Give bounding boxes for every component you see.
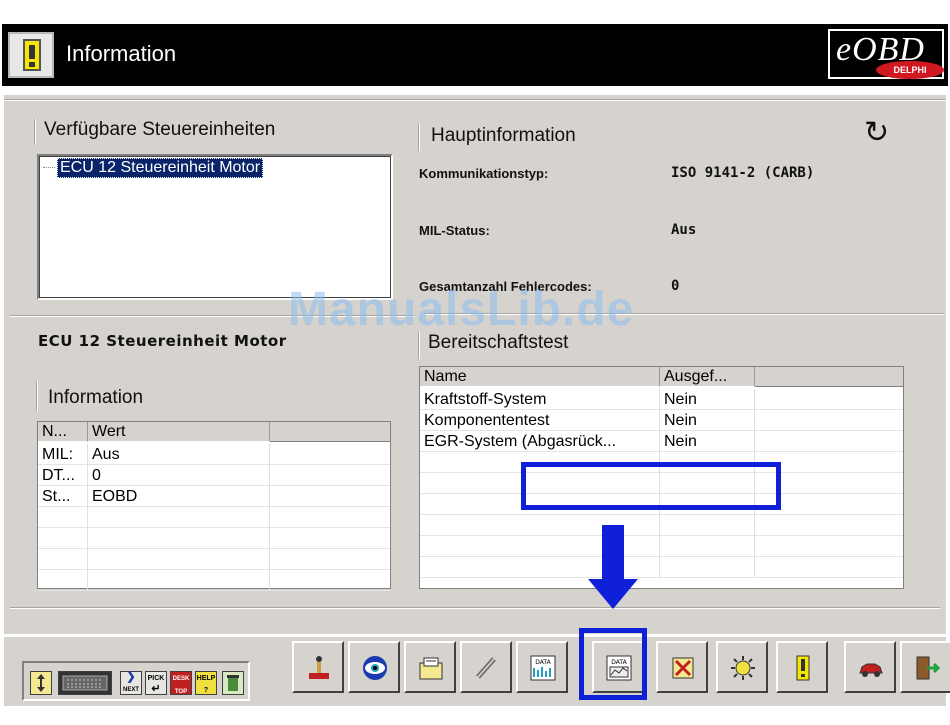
sensor-button[interactable]	[460, 641, 512, 693]
column-header-name[interactable]: N...	[38, 422, 88, 442]
move-icon[interactable]	[30, 671, 52, 695]
vehicle-button[interactable]	[844, 641, 896, 693]
table-row	[38, 570, 390, 591]
table-row[interactable]: DT... 0	[38, 465, 390, 486]
divider	[36, 381, 38, 411]
table-row	[38, 528, 390, 549]
app-window: Information eOBD DELPHI Verfügbare Steue…	[0, 0, 950, 725]
keyboard-icon[interactable]	[58, 671, 112, 695]
main-panel: Verfügbare Steuereinheiten ECU 12 Steuer…	[4, 94, 946, 634]
mini-toolbar: ❯ NEXT PICK ↵ DESK TOP HELP ?	[22, 661, 250, 701]
clear-codes-button[interactable]	[656, 641, 708, 693]
warning-icon	[796, 655, 810, 681]
watermark: ManualsLib.de	[288, 283, 635, 336]
folder-icon	[419, 657, 443, 680]
sun-icon	[731, 656, 755, 680]
help-button[interactable]: HELP ?	[195, 671, 217, 695]
delphi-badge: DELPHI	[876, 61, 944, 79]
warning-button[interactable]	[776, 641, 828, 693]
table-cell: DT...	[38, 465, 88, 486]
data-live-icon: DATA	[530, 655, 556, 681]
table-row	[420, 557, 903, 578]
table-row	[420, 536, 903, 557]
fault-count-value: 0	[671, 278, 680, 294]
column-header-done[interactable]: Ausgef...	[660, 367, 755, 387]
comm-type-value: ISO 9141-2 (CARB)	[671, 165, 815, 181]
table-cell: 0	[88, 465, 270, 486]
table-cell: Komponententest	[420, 410, 660, 431]
title-bar: Information eOBD DELPHI	[2, 24, 948, 86]
eye-icon	[363, 656, 387, 680]
svg-text:DATA: DATA	[535, 659, 551, 666]
selected-ecu-label: ECU 12 Steuereinheit Motor	[38, 332, 287, 350]
refresh-icon[interactable]: ↻	[864, 117, 896, 149]
table-cell: MIL:	[38, 444, 88, 465]
joystick-icon	[309, 656, 329, 679]
folder-button[interactable]	[404, 641, 456, 693]
ecu-list-item[interactable]: ECU 12 Steuereinheit Motor	[57, 158, 264, 178]
table-cell: Nein	[660, 431, 755, 452]
divider	[4, 99, 946, 101]
divider	[34, 119, 36, 145]
tree-connector	[43, 167, 55, 168]
divider	[418, 123, 420, 151]
table-row[interactable]: MIL: Aus	[38, 444, 390, 465]
window-title: Information	[66, 41, 177, 66]
table-row[interactable]: Komponententest Nein	[420, 410, 903, 431]
clear-codes-icon	[672, 657, 694, 679]
annotation-arrow-down-icon	[588, 525, 638, 609]
column-header-value[interactable]: Wert	[88, 422, 270, 442]
table-header: N... Wert	[38, 422, 390, 442]
trash-icon[interactable]	[222, 671, 244, 695]
column-header-name[interactable]: Name	[420, 367, 660, 387]
comm-type-label: Kommunikationstyp:	[419, 166, 549, 181]
bottom-toolbar: ❯ NEXT PICK ↵ DESK TOP HELP ? DATA DATA	[4, 636, 950, 706]
warning-icon	[8, 32, 54, 78]
table-row[interactable]: St... EOBD	[38, 486, 390, 507]
divider	[10, 607, 940, 609]
table-row	[38, 507, 390, 528]
next-button[interactable]: ❯ NEXT	[120, 671, 142, 695]
eobd-logo: eOBD DELPHI	[828, 29, 944, 79]
table-row[interactable]: Kraftstoff-System Nein	[420, 389, 903, 410]
exit-icon	[916, 656, 940, 680]
desktop-button[interactable]: DESK TOP	[170, 671, 192, 695]
sensor-icon	[476, 657, 496, 679]
mil-status-value: Aus	[671, 222, 697, 238]
ecu-list[interactable]: ECU 12 Steuereinheit Motor	[37, 154, 393, 300]
car-icon	[859, 663, 883, 677]
exit-button[interactable]	[900, 641, 950, 693]
table-cell: St...	[38, 486, 88, 507]
pick-button[interactable]: PICK ↵	[145, 671, 167, 695]
table-cell: Nein	[660, 389, 755, 410]
mil-status-label: MIL-Status:	[419, 223, 490, 238]
table-row	[38, 549, 390, 570]
table-cell: Kraftstoff-System	[420, 389, 660, 410]
table-row	[420, 515, 903, 536]
view-button[interactable]	[348, 641, 400, 693]
table-cell: Aus	[88, 444, 270, 465]
status-button[interactable]	[716, 641, 768, 693]
main-info-title: Hauptinformation	[431, 125, 576, 146]
info-group-title: Information	[48, 387, 144, 408]
table-header: Name Ausgef...	[420, 367, 903, 387]
table-cell: EOBD	[88, 486, 270, 507]
ecu-group-title: Verfügbare Steuereinheiten	[44, 119, 276, 140]
table-cell: Nein	[660, 410, 755, 431]
joystick-button[interactable]	[292, 641, 344, 693]
annotation-button-highlight	[579, 628, 647, 700]
table-row[interactable]: EGR-System (Abgasrück... Nein	[420, 431, 903, 452]
annotation-highlight-box	[521, 462, 781, 510]
live-data-button[interactable]: DATA	[516, 641, 568, 693]
info-table[interactable]: N... Wert MIL: Aus DT... 0 St... EOBD	[37, 421, 391, 591]
table-cell: EGR-System (Abgasrück...	[420, 431, 660, 452]
